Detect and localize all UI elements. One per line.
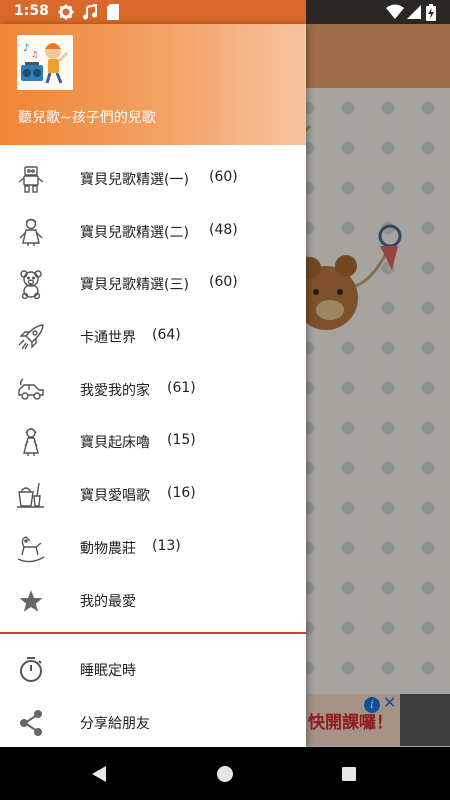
drawer-item-label: 寶貝兒歌精選(三) <box>80 277 189 294</box>
drawer-item-sleep-timer[interactable]: 睡眠定時 <box>0 643 306 696</box>
drawer-item-label: 分享給朋友 <box>80 715 150 732</box>
teddy-bear-icon <box>20 270 42 300</box>
toy-car-icon <box>18 378 44 400</box>
drawer-item-wake-up[interactable]: 寶貝起床嚕 (15) <box>0 415 306 468</box>
share-icon <box>20 709 42 736</box>
settings-icon <box>58 4 74 20</box>
drawer-item-label: 我愛我的家 <box>80 382 150 399</box>
drawer-item-label: 睡眠定時 <box>80 663 136 679</box>
app-title: 聽兒歌~孩子們的兒歌 <box>18 110 156 126</box>
drawer-item-label: 寶貝起床嚕 <box>80 435 150 452</box>
drawer-item-label: 寶貝兒歌精選(一) <box>80 172 189 188</box>
drawer-secondary-menu: 睡眠定時 分享給朋友 <box>0 643 306 747</box>
drawer-item-count: (48) <box>209 221 238 238</box>
drawer-item-count: (16) <box>167 485 196 502</box>
app-logo-illustration: ♪ ♫ <box>17 35 73 90</box>
drawer-item-count: (60) <box>209 274 238 291</box>
home-icon[interactable] <box>195 747 255 800</box>
drawer-item-selection-1[interactable]: 寶貝兒歌精選(一) (60) <box>0 152 306 205</box>
drawer-item-label: 我的最愛 <box>80 593 136 610</box>
drawer-item-count: (15) <box>167 432 196 449</box>
drawer-item-count: (60) <box>209 169 238 185</box>
drawer-divider <box>0 632 306 634</box>
rocket-icon <box>18 324 44 350</box>
drawer-item-selection-2[interactable]: 寶貝兒歌精選(二) (48) <box>0 205 306 258</box>
status-time: 1:58 <box>14 3 49 19</box>
rocking-horse-icon <box>17 536 45 563</box>
drawer-item-favorites[interactable]: 我的最愛 <box>0 574 306 627</box>
sd-card-icon <box>107 4 119 20</box>
drawer-item-count: (13) <box>152 537 181 554</box>
drawer-header: ♪ ♫ 聽兒歌~孩子們的兒歌 <box>0 24 306 145</box>
robot-icon <box>18 166 44 193</box>
svg-text:♪: ♪ <box>23 43 29 54</box>
svg-text:♫: ♫ <box>31 50 38 59</box>
status-bar: 1:58 <box>0 0 450 24</box>
star-icon <box>19 589 43 612</box>
drawer-item-love-singing[interactable]: 寶貝愛唱歌 (16) <box>0 468 306 521</box>
navigation-bar <box>0 747 450 800</box>
doll-icon <box>19 218 43 246</box>
recents-icon[interactable] <box>319 747 379 800</box>
drawer-item-my-family[interactable]: 我愛我的家 (61) <box>0 363 306 416</box>
back-icon[interactable] <box>69 747 129 800</box>
sand-bucket-icon <box>17 483 44 508</box>
cellular-signal-icon <box>407 5 421 19</box>
battery-charging-icon <box>426 4 436 21</box>
drawer-item-count: (64) <box>152 327 181 344</box>
drawer-item-label: 動物農莊 <box>80 540 136 557</box>
drawer-item-label: 寶貝兒歌精選(二) <box>80 224 189 241</box>
timer-icon <box>20 657 42 682</box>
girl-icon <box>23 428 39 457</box>
wifi-icon <box>386 4 404 19</box>
music-note-icon <box>83 4 97 20</box>
drawer-item-share[interactable]: 分享給朋友 <box>0 696 306 747</box>
drawer-item-label: 寶貝愛唱歌 <box>80 488 150 505</box>
navigation-drawer: ♪ ♫ 聽兒歌~孩子們的兒歌 寶貝兒歌精選(一) (60) 寶貝兒歌精選(二) … <box>0 24 306 747</box>
drawer-item-animal-farm[interactable]: 動物農莊 (13) <box>0 521 306 574</box>
drawer-item-label: 卡通世界 <box>80 330 136 347</box>
drawer-item-cartoon-world[interactable]: 卡通世界 (64) <box>0 310 306 363</box>
drawer-item-count: (61) <box>167 379 196 396</box>
app-logo: ♪ ♫ <box>17 35 73 90</box>
drawer-menu: 寶貝兒歌精選(一) (60) 寶貝兒歌精選(二) (48) 寶貝兒歌精選(三) … <box>0 152 306 626</box>
drawer-item-selection-3[interactable]: 寶貝兒歌精選(三) (60) <box>0 257 306 310</box>
